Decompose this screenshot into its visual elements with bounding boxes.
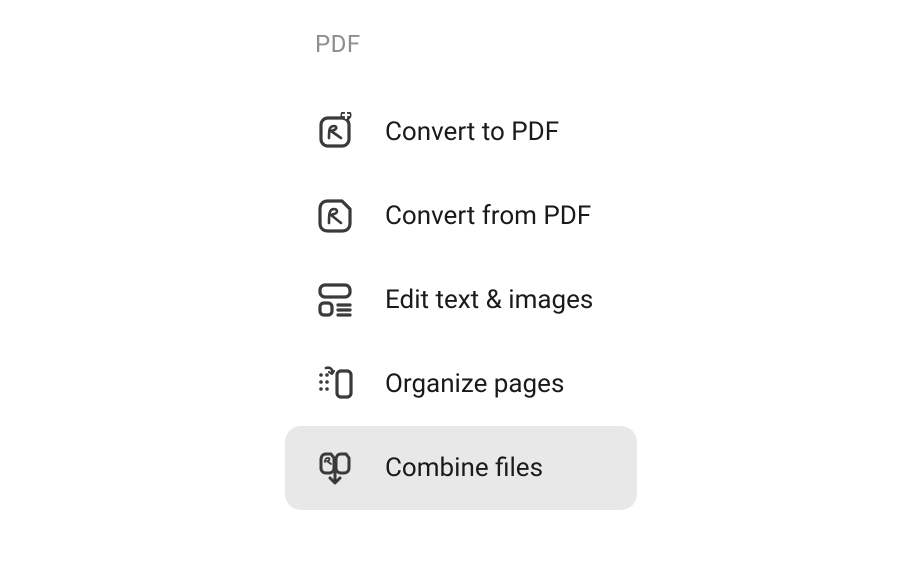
edit-text-images-icon [315, 280, 355, 320]
organize-pages-icon [315, 364, 355, 404]
menu-item-label: Edit text & images [385, 285, 593, 315]
menu-item-label: Combine files [385, 453, 543, 483]
menu-item-label: Convert to PDF [385, 117, 559, 147]
convert-to-pdf-icon [315, 112, 355, 152]
menu-item-combine-files[interactable]: Combine files [285, 426, 637, 510]
convert-from-pdf-icon [315, 196, 355, 236]
combine-files-icon [315, 448, 355, 488]
menu-item-organize-pages[interactable]: Organize pages [285, 342, 637, 426]
menu-item-edit-text-images[interactable]: Edit text & images [285, 258, 637, 342]
menu-item-label: Organize pages [385, 369, 564, 399]
menu-item-label: Convert from PDF [385, 201, 591, 231]
section-header: PDF [285, 30, 922, 58]
pdf-tools-menu: Convert to PDF Convert from PDF Edit tex… [285, 90, 922, 510]
menu-item-convert-to-pdf[interactable]: Convert to PDF [285, 90, 637, 174]
menu-item-convert-from-pdf[interactable]: Convert from PDF [285, 174, 637, 258]
